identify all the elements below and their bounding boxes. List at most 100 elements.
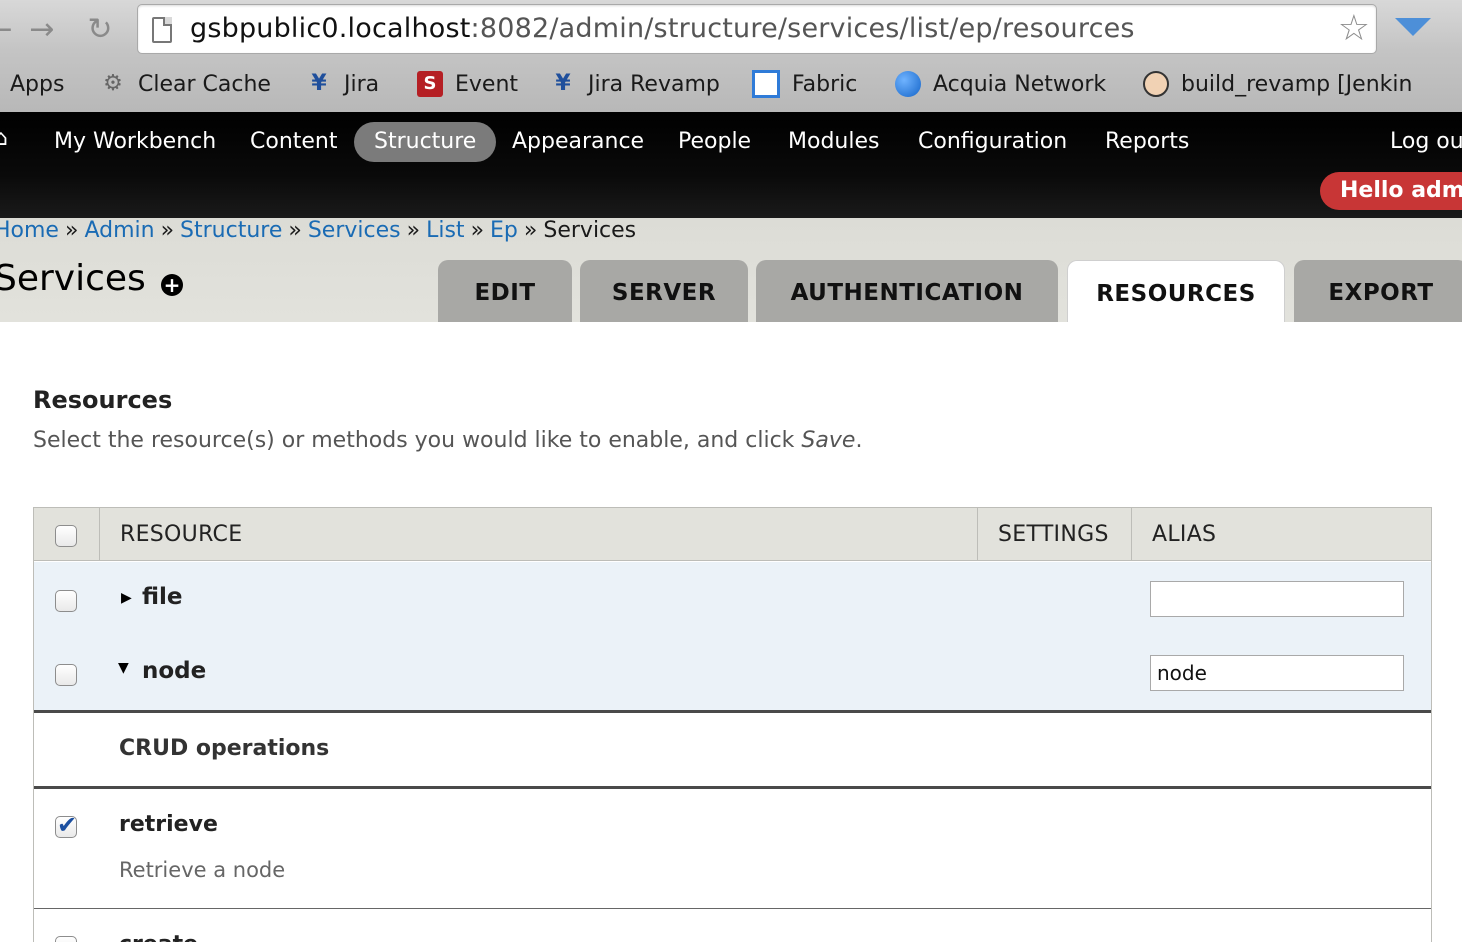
bookmark-label: Apps <box>10 71 65 97</box>
column-divider <box>99 508 100 561</box>
toolbar-content[interactable]: Content <box>250 122 338 162</box>
toolbar-appearance[interactable]: Appearance <box>512 122 644 162</box>
bookmark-star-icon[interactable]: ☆ <box>1338 9 1370 49</box>
bookmark-jira-revamp[interactable]: ¥ Jira Revamp <box>550 62 720 106</box>
page-icon <box>152 17 172 43</box>
resources-table: RESOURCE SETTINGS ALIAS ▶ file ▼ node CR… <box>33 507 1432 942</box>
breadcrumb-separator: » <box>470 218 485 243</box>
resources-heading: Resources <box>33 386 173 414</box>
breadcrumb-separator: » <box>406 218 421 243</box>
page-title: Services <box>0 258 146 299</box>
fabric-icon <box>752 70 780 98</box>
breadcrumb-current: Services <box>543 218 637 243</box>
jira-icon: ¥ <box>555 71 571 96</box>
column-settings[interactable]: SETTINGS <box>998 508 1109 561</box>
operation-name-retrieve: retrieve <box>119 812 218 837</box>
operation-checkbox-create[interactable] <box>55 936 77 942</box>
reload-icon[interactable]: ↻ <box>80 10 120 50</box>
add-shortcut-icon[interactable]: + <box>161 274 183 296</box>
main-content: Resources Select the resource(s) or meth… <box>0 322 1462 942</box>
alias-input-file[interactable] <box>1150 581 1404 617</box>
url-host: gsbpublic0.localhost <box>190 13 471 44</box>
toolbar-configuration[interactable]: Configuration <box>918 122 1067 162</box>
bookmark-apps[interactable]: Apps <box>10 62 64 106</box>
divider <box>34 786 1431 789</box>
tab-authentication[interactable]: AUTHENTICATION <box>756 260 1058 322</box>
toolbar-my-workbench[interactable]: My Workbench <box>54 122 216 162</box>
operation-desc-retrieve: Retrieve a node <box>119 858 286 882</box>
bookmark-label: Event <box>455 71 519 97</box>
tab-server[interactable]: SERVER <box>580 260 748 322</box>
operation-name-create: create <box>119 932 198 942</box>
tab-resources[interactable]: RESOURCES <box>1067 260 1285 322</box>
select-all-checkbox[interactable] <box>55 525 77 547</box>
browser-chrome: ← → ↻ gsbpublic0.localhost:8082/admin/st… <box>0 0 1462 112</box>
bookmark-acquia-network[interactable]: Acquia Network <box>895 62 1106 106</box>
breadcrumb: Home» Admin» Structure» Services» List» Ep» Se… <box>0 218 636 244</box>
breadcrumb-ep[interactable]: Ep <box>490 218 518 243</box>
url-text[interactable]: gsbpublic0.localhost:8082/admin/structur… <box>190 13 1135 44</box>
bookmark-fabric[interactable]: Fabric <box>752 62 857 106</box>
breadcrumb-separator: » <box>288 218 302 243</box>
jira-icon: ¥ <box>311 71 327 96</box>
bookmarks-bar: Apps ⚙ Clear Cache ¥ Jira S Event ¥ Jira… <box>0 62 1462 106</box>
breadcrumb-home[interactable]: Home <box>0 218 59 243</box>
column-divider <box>977 508 978 561</box>
toolbar-modules[interactable]: Modules <box>788 122 879 162</box>
toolbar-people[interactable]: People <box>678 122 751 162</box>
desc-text: Select the resource(s) or methods you wo… <box>33 428 802 453</box>
divider <box>34 908 1431 909</box>
bookmark-label: Clear Cache <box>138 71 271 97</box>
desc-save-emphasis: Save <box>801 428 856 453</box>
address-bar[interactable]: gsbpublic0.localhost:8082/admin/structur… <box>137 4 1377 54</box>
globe-icon <box>895 71 921 97</box>
column-alias[interactable]: ALIAS <box>1152 508 1216 561</box>
gear-icon: ⚙ <box>103 71 123 96</box>
collapsed-triangle-icon[interactable]: ▶ <box>121 590 132 606</box>
column-divider <box>1131 508 1132 561</box>
breadcrumb-list[interactable]: List <box>426 218 464 243</box>
back-arrow-icon[interactable]: ← <box>0 10 20 50</box>
breadcrumb-separator: » <box>523 218 538 243</box>
desc-period: . <box>855 428 863 453</box>
breadcrumb-separator: » <box>64 218 79 243</box>
resource-checkbox-node[interactable] <box>55 664 77 686</box>
bookmark-label: Jira <box>344 71 380 97</box>
bookmark-label: Acquia Network <box>933 71 1107 97</box>
page-header: Home» Admin» Structure» Services» List» Ep» Se… <box>0 218 1462 322</box>
table-header: RESOURCE SETTINGS ALIAS <box>34 508 1431 561</box>
tab-export[interactable]: EXPORT <box>1294 260 1462 322</box>
hello-user-badge[interactable]: Hello admi <box>1320 172 1462 210</box>
toolbar-reports[interactable]: Reports <box>1105 122 1189 162</box>
bookmark-build-revamp[interactable]: build_revamp [Jenkin <box>1143 62 1412 106</box>
bookmark-jira[interactable]: ¥ Jira <box>306 62 379 106</box>
resource-group: ▶ file ▼ node <box>34 562 1431 711</box>
resource-name-file[interactable]: file <box>142 584 183 610</box>
resource-checkbox-file[interactable] <box>55 590 77 612</box>
resources-description: Select the resource(s) or methods you wo… <box>33 428 862 453</box>
operation-checkbox-retrieve[interactable] <box>55 811 77 839</box>
bookmark-event[interactable]: S Event <box>417 62 518 106</box>
breadcrumb-admin[interactable]: Admin <box>84 218 154 243</box>
chrome-menu-icon[interactable] <box>1395 18 1431 36</box>
breadcrumb-services[interactable]: Services <box>308 218 401 243</box>
bookmark-label: Fabric <box>792 71 858 97</box>
alias-input-node[interactable] <box>1150 655 1404 691</box>
tab-edit[interactable]: EDIT <box>438 260 572 322</box>
table-row: ▶ file <box>34 562 1431 634</box>
breadcrumb-separator: » <box>160 218 175 243</box>
crud-operations-label: CRUD operations <box>119 736 330 761</box>
expanded-triangle-icon[interactable]: ▼ <box>118 660 129 676</box>
logout-link[interactable]: Log ou <box>1390 122 1462 162</box>
bookmark-label: Jira Revamp <box>588 71 720 97</box>
resource-name-node[interactable]: node <box>142 658 206 684</box>
event-icon: S <box>417 71 443 97</box>
toolbar-structure[interactable]: Structure <box>354 122 497 162</box>
forward-arrow-icon[interactable]: → <box>22 10 62 50</box>
divider <box>34 710 1431 713</box>
breadcrumb-structure[interactable]: Structure <box>180 218 282 243</box>
column-resource[interactable]: RESOURCE <box>120 508 242 561</box>
url-path: :8082/admin/structure/services/list/ep/r… <box>470 13 1135 44</box>
bookmark-clear-cache[interactable]: ⚙ Clear Cache <box>100 62 271 106</box>
home-icon[interactable]: ⌂ <box>0 128 16 150</box>
